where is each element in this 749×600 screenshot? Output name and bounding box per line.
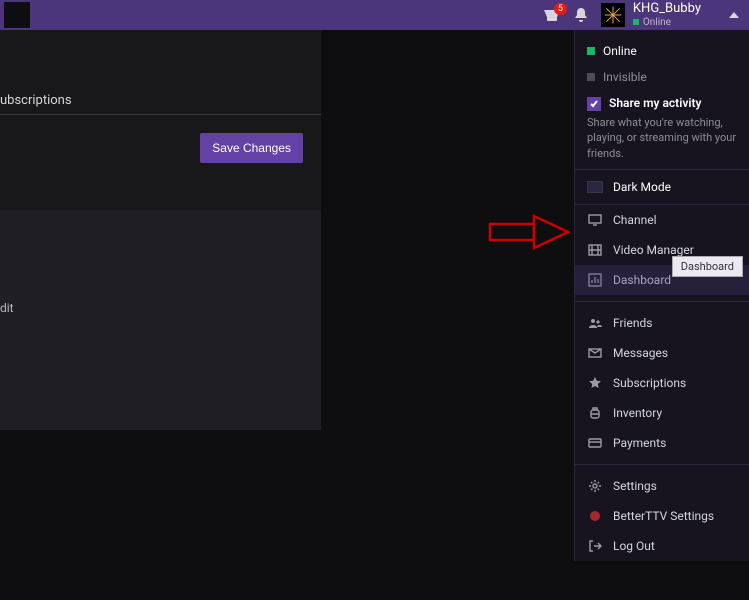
menu-item-friends[interactable]: Friends [575, 308, 749, 338]
menu-group-social: Friends Messages Subscriptions Inventory… [575, 308, 749, 458]
status-text: Online [643, 17, 671, 28]
dark-mode-toggle[interactable]: Dark Mode [575, 170, 749, 205]
menu-item-channel[interactable]: Channel [575, 205, 749, 235]
menu-item-subscriptions[interactable]: Subscriptions [575, 368, 749, 398]
gear-icon [587, 478, 603, 494]
status-option-invisible[interactable]: Invisible [587, 64, 737, 90]
logout-icon [587, 538, 603, 554]
backpack-icon [587, 405, 603, 421]
status-option-online[interactable]: Online [587, 38, 737, 64]
chart-icon [587, 272, 603, 288]
menu-item-messages[interactable]: Messages [575, 338, 749, 368]
friends-icon [587, 315, 603, 331]
share-activity-toggle[interactable]: Share my activity [587, 90, 737, 111]
menu-item-betterttv-settings[interactable]: BetterTTV Settings [575, 501, 749, 531]
invisible-indicator-icon [587, 73, 595, 81]
bell-icon [573, 6, 589, 24]
menu-label: Log Out [613, 539, 655, 553]
menu-label: Payments [613, 436, 666, 450]
section-header: ubscriptions [0, 75, 321, 115]
menu-divider [575, 464, 749, 465]
inbox-button[interactable]: 5 [543, 7, 561, 23]
share-activity-description: Share what you're watching, playing, or … [587, 115, 737, 161]
status-online-label: Online [603, 44, 637, 58]
dark-mode-label: Dark Mode [613, 180, 671, 194]
menu-group-channel: Channel Video Manager Dashboard [575, 205, 749, 295]
chevron-up-icon [729, 7, 739, 22]
partial-text: dit [0, 301, 14, 315]
checkbox-checked-icon [587, 97, 601, 111]
user-status: Online [633, 17, 701, 28]
menu-item-settings[interactable]: Settings [575, 471, 749, 501]
star-icon [587, 375, 603, 391]
menu-label: Subscriptions [613, 376, 686, 390]
avatar [601, 3, 625, 27]
mail-icon [587, 345, 603, 361]
user-menu-toggle[interactable]: KHG_Bubby Online [601, 2, 739, 27]
monitor-icon [587, 212, 603, 228]
film-icon [587, 242, 603, 258]
settings-panel: ubscriptions Save Changes dit [0, 30, 322, 400]
panel-body: dit [0, 210, 321, 430]
topbar-left-placeholder [4, 2, 30, 28]
menu-label: Settings [613, 479, 657, 493]
menu-item-payments[interactable]: Payments [575, 428, 749, 458]
menu-label: Inventory [613, 406, 662, 420]
top-navbar: 5 KHG_Bubby Online [0, 0, 749, 30]
menu-label: BetterTTV Settings [613, 509, 714, 523]
section-title: ubscriptions [0, 93, 72, 108]
notifications-button[interactable] [573, 6, 589, 24]
menu-label: Channel [613, 213, 656, 227]
status-section: Online Invisible Share my activity Share… [575, 30, 749, 170]
notification-badge: 5 [554, 3, 567, 15]
user-info: KHG_Bubby Online [633, 2, 701, 27]
online-indicator-icon [587, 47, 595, 55]
status-dot-icon [633, 19, 639, 25]
status-invisible-label: Invisible [603, 70, 647, 84]
topbar-right-group: 5 KHG_Bubby Online [543, 2, 739, 27]
save-changes-button[interactable]: Save Changes [200, 133, 303, 163]
user-dropdown-panel: Online Invisible Share my activity Share… [574, 30, 749, 561]
toggle-off-icon [587, 181, 603, 193]
share-activity-label: Share my activity [609, 96, 701, 110]
menu-label: Friends [613, 316, 652, 330]
menu-item-logout[interactable]: Log Out [575, 531, 749, 561]
bttv-icon [587, 508, 603, 524]
card-icon [587, 435, 603, 451]
dashboard-tooltip: Dashboard [672, 256, 743, 277]
annotation-arrow-icon [488, 212, 570, 252]
menu-divider [575, 301, 749, 302]
menu-label: Dashboard [613, 273, 671, 287]
menu-label: Messages [613, 346, 668, 360]
menu-group-settings: Settings BetterTTV Settings Log Out [575, 471, 749, 561]
username-label: KHG_Bubby [633, 2, 701, 16]
menu-item-inventory[interactable]: Inventory [575, 398, 749, 428]
